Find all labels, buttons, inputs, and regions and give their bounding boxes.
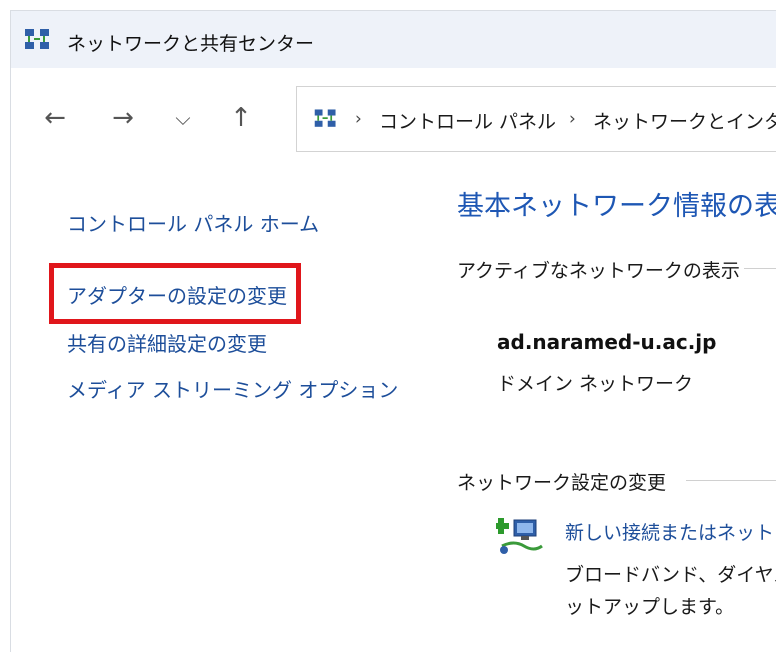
chevron-down-icon: ⌵ [175,106,191,130]
window-title: ネットワークと共有センター [67,33,315,55]
sidebar-item-advanced-sharing-settings[interactable]: 共有の詳細設定の変更 [67,328,267,357]
setup-new-connection-link[interactable]: 新しい接続またはネット [565,518,774,545]
back-button[interactable]: ← [35,98,75,138]
breadcrumb-separator-icon: › [355,109,362,129]
new-connection-icon [493,512,546,562]
section-divider [744,268,776,269]
section-divider [686,480,776,481]
forward-arrow-icon: → [112,103,134,133]
window: ネットワークと共有センター ← → ⌵ ↑ › コントロール パネル › ネット… [0,0,776,652]
breadcrumb-separator-icon: › [569,109,576,129]
address-bar[interactable]: › コントロール パネル › ネットワークとインター [296,86,776,152]
network-settings-heading: ネットワーク設定の変更 [457,472,667,494]
network-name: ad.naramed-u.ac.jp [497,330,717,354]
up-arrow-icon: ↑ [230,103,252,133]
forward-button[interactable]: → [103,98,143,138]
sidebar-item-media-streaming-options[interactable]: メディア ストリーミング オプション [67,374,398,403]
network-center-icon [313,107,339,135]
navigation-bar: ← → ⌵ ↑ › コントロール パネル › ネットワークとインタ [10,68,776,168]
title-bar: ネットワークと共有センター [10,10,776,69]
page-title: 基本ネットワーク情報の表 [457,191,776,222]
recent-locations-button[interactable]: ⌵ [163,98,203,138]
breadcrumb-network-internet[interactable]: ネットワークとインター [593,107,776,134]
up-button[interactable]: ↑ [221,98,261,138]
highlight-box [49,263,301,324]
network-type: ドメイン ネットワーク [497,373,694,395]
network-center-icon [23,27,53,57]
active-networks-heading: アクティブなネットワークの表示 [457,260,740,282]
back-arrow-icon: ← [44,103,66,133]
breadcrumb-control-panel[interactable]: コントロール パネル [379,107,556,134]
sidebar-item-control-panel-home[interactable]: コントロール パネル ホーム [67,208,319,237]
task-description-line: ットアップします。 [565,596,735,618]
task-description-line: ブロードバンド、ダイヤル [565,564,776,586]
